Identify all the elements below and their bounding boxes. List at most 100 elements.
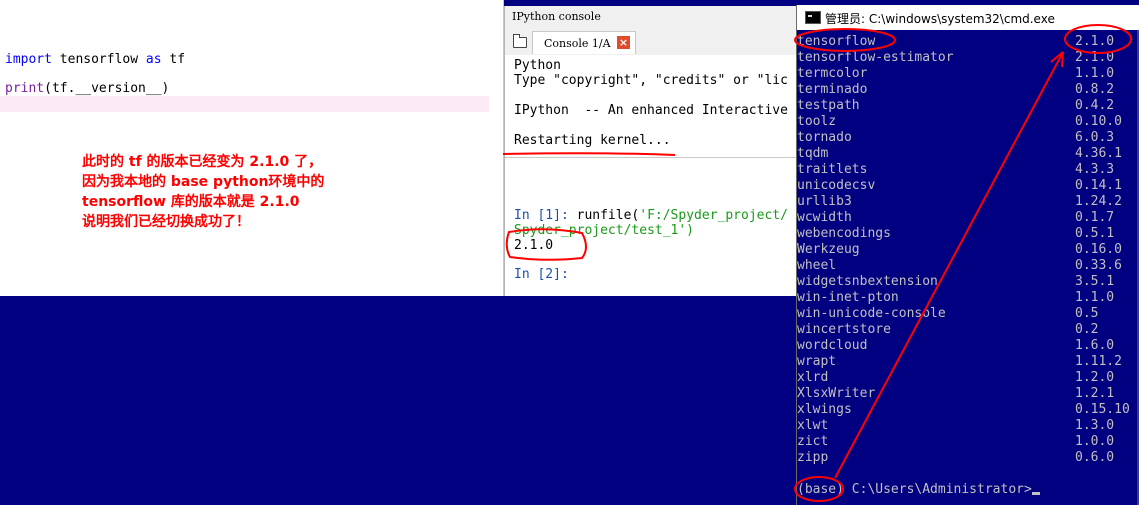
close-icon[interactable]: × xyxy=(617,36,630,49)
console-divider xyxy=(505,157,796,158)
package-name: traitlets xyxy=(797,162,868,177)
cmd-prompt[interactable]: (base) C:\Users\Administrator> xyxy=(797,482,1040,498)
package-row: termcolor 1.1.0 xyxy=(797,66,1139,82)
package-row: xlwings 0.15.10 xyxy=(797,402,1139,418)
tab-console-1a[interactable]: Console 1/A × xyxy=(532,31,636,54)
code-alias: tf xyxy=(161,52,186,67)
package-version: 0.8.2 xyxy=(1075,82,1115,97)
restarting-kernel-text: Restarting kernel... xyxy=(514,133,671,148)
package-name: tqdm xyxy=(797,146,829,161)
package-row: tensorflow 2.1.0 xyxy=(797,34,1139,50)
package-row: terminado 0.8.2 xyxy=(797,82,1139,98)
package-version: 2.1.0 xyxy=(1075,50,1115,65)
banner-python: Python xyxy=(514,58,561,73)
code-line-print[interactable]: print(tf.__version__) xyxy=(5,81,169,97)
runfile-call: runfile( xyxy=(568,208,640,223)
package-name: win-unicode-console xyxy=(797,306,946,321)
package-name: unicodecsv xyxy=(797,178,876,193)
package-row: webencodings 0.5.1 xyxy=(797,226,1139,242)
package-row: zipp 0.6.0 xyxy=(797,450,1139,466)
package-row: xlrd 1.2.0 xyxy=(797,370,1139,386)
package-version: 0.6.0 xyxy=(1075,450,1115,465)
package-row: tensorflow-estimator 2.1.0 xyxy=(797,50,1139,66)
package-name: Werkzeug xyxy=(797,242,860,257)
code-print-args: (tf.__version__) xyxy=(44,81,170,96)
package-version: 0.5 xyxy=(1075,306,1099,321)
package-version: 0.15.10 xyxy=(1075,402,1130,417)
cmd-window: 管理员: C:\windows\system32\cmd.exe tensorf… xyxy=(796,5,1139,505)
package-version: 0.14.1 xyxy=(1075,178,1122,193)
code-line-import[interactable]: import tensorflow as tf xyxy=(5,52,185,68)
annotation-line-4: 说明我们已经切换成功了！ xyxy=(82,214,250,230)
code-editor[interactable]: import tensorflow as tf print(tf.__versi… xyxy=(0,0,504,296)
package-name: tensorflow-estimator xyxy=(797,50,954,65)
package-version: 4.36.1 xyxy=(1075,146,1122,161)
package-name: wcwidth xyxy=(797,210,852,225)
package-name: xlrd xyxy=(797,370,829,385)
package-version: 4.3.3 xyxy=(1075,162,1115,177)
package-row: wrapt 1.11.2 xyxy=(797,354,1139,370)
package-row: wordcloud 1.6.0 xyxy=(797,338,1139,354)
package-version: 0.10.0 xyxy=(1075,114,1122,129)
folder-icon[interactable] xyxy=(513,34,527,48)
package-name: XlsxWriter xyxy=(797,386,876,401)
package-version: 6.0.3 xyxy=(1075,130,1115,145)
prompt-in-2[interactable]: In [2]: xyxy=(514,267,569,283)
package-version: 0.2 xyxy=(1075,322,1099,337)
keyword-import: import xyxy=(5,52,52,67)
package-row: win-inet-pton 1.1.0 xyxy=(797,290,1139,306)
package-row: tqdm 4.36.1 xyxy=(797,146,1139,162)
package-row: xlwt 1.3.0 xyxy=(797,418,1139,434)
package-name: terminado xyxy=(797,82,868,97)
terminal-icon xyxy=(805,11,821,24)
ipython-console-pane: IPython console Console 1/A × Python Typ… xyxy=(504,6,796,296)
package-version: 1.2.1 xyxy=(1075,386,1115,401)
package-name: zipp xyxy=(797,450,829,465)
package-name: wheel xyxy=(797,258,837,273)
package-name: win-inet-pton xyxy=(797,290,899,305)
package-version: 1.1.0 xyxy=(1075,290,1115,305)
package-name: wrapt xyxy=(797,354,837,369)
runfile-path-string: 'F:/Spyder_project/ xyxy=(639,208,788,223)
banner-ipython: IPython -- An enhanced Interactive xyxy=(514,103,788,118)
package-version: 1.1.0 xyxy=(1075,66,1115,81)
package-row: zict 1.0.0 xyxy=(797,434,1139,450)
package-name: testpath xyxy=(797,98,860,113)
console-tab-bar: Console 1/A × xyxy=(505,28,796,56)
prompt-in-1: In [1]: xyxy=(514,208,569,223)
package-name: zict xyxy=(797,434,829,449)
text-cursor xyxy=(1031,492,1040,495)
annotation-line-1: 此时的 tf 的版本已经变为 2.1.0 了， xyxy=(82,154,323,170)
package-version: 1.2.0 xyxy=(1075,370,1115,385)
red-annotation-text: 此时的 tf 的版本已经变为 2.1.0 了， 因为我本地的 base pyth… xyxy=(82,152,324,232)
package-name: xlwings xyxy=(797,402,852,417)
package-version: 2.1.0 xyxy=(1075,34,1115,49)
cmd-titlebar[interactable]: 管理员: C:\windows\system32\cmd.exe xyxy=(797,5,1139,30)
package-version: 0.4.2 xyxy=(1075,98,1115,113)
keyword-as: as xyxy=(145,52,162,67)
package-version: 3.5.1 xyxy=(1075,274,1115,289)
package-row: wincertstore 0.2 xyxy=(797,322,1139,338)
package-name: widgetsnbextension xyxy=(797,274,938,289)
console-output[interactable]: Python Type "copyright", "credits" or "l… xyxy=(505,55,796,296)
ipython-pane-title: IPython console xyxy=(512,10,601,23)
builtin-print: print xyxy=(5,81,45,96)
package-version: 1.11.2 xyxy=(1075,354,1122,369)
package-version: 0.33.6 xyxy=(1075,258,1122,273)
package-row: tornado 6.0.3 xyxy=(797,130,1139,146)
package-version: 1.24.2 xyxy=(1075,194,1122,209)
cmd-window-title: 管理员: C:\windows\system32\cmd.exe xyxy=(825,12,1055,26)
cmd-output[interactable]: tensorflow 2.1.0 tensorflow-estimator 2.1.0… xyxy=(797,30,1139,505)
package-version: 0.5.1 xyxy=(1075,226,1115,241)
package-row: urllib3 1.24.2 xyxy=(797,194,1139,210)
package-row: wheel 0.33.6 xyxy=(797,258,1139,274)
package-version: 1.6.0 xyxy=(1075,338,1115,353)
package-row: Werkzeug 0.16.0 xyxy=(797,242,1139,258)
current-line-highlight xyxy=(0,96,489,112)
package-row: traitlets 4.3.3 xyxy=(797,162,1139,178)
annotation-line-3: tensorflow 库的版本就是 2.1.0 xyxy=(82,194,300,210)
package-version: 0.1.7 xyxy=(1075,210,1115,225)
package-name: termcolor xyxy=(797,66,868,81)
package-name: tensorflow xyxy=(797,34,876,49)
package-name: urllib3 xyxy=(797,194,852,209)
